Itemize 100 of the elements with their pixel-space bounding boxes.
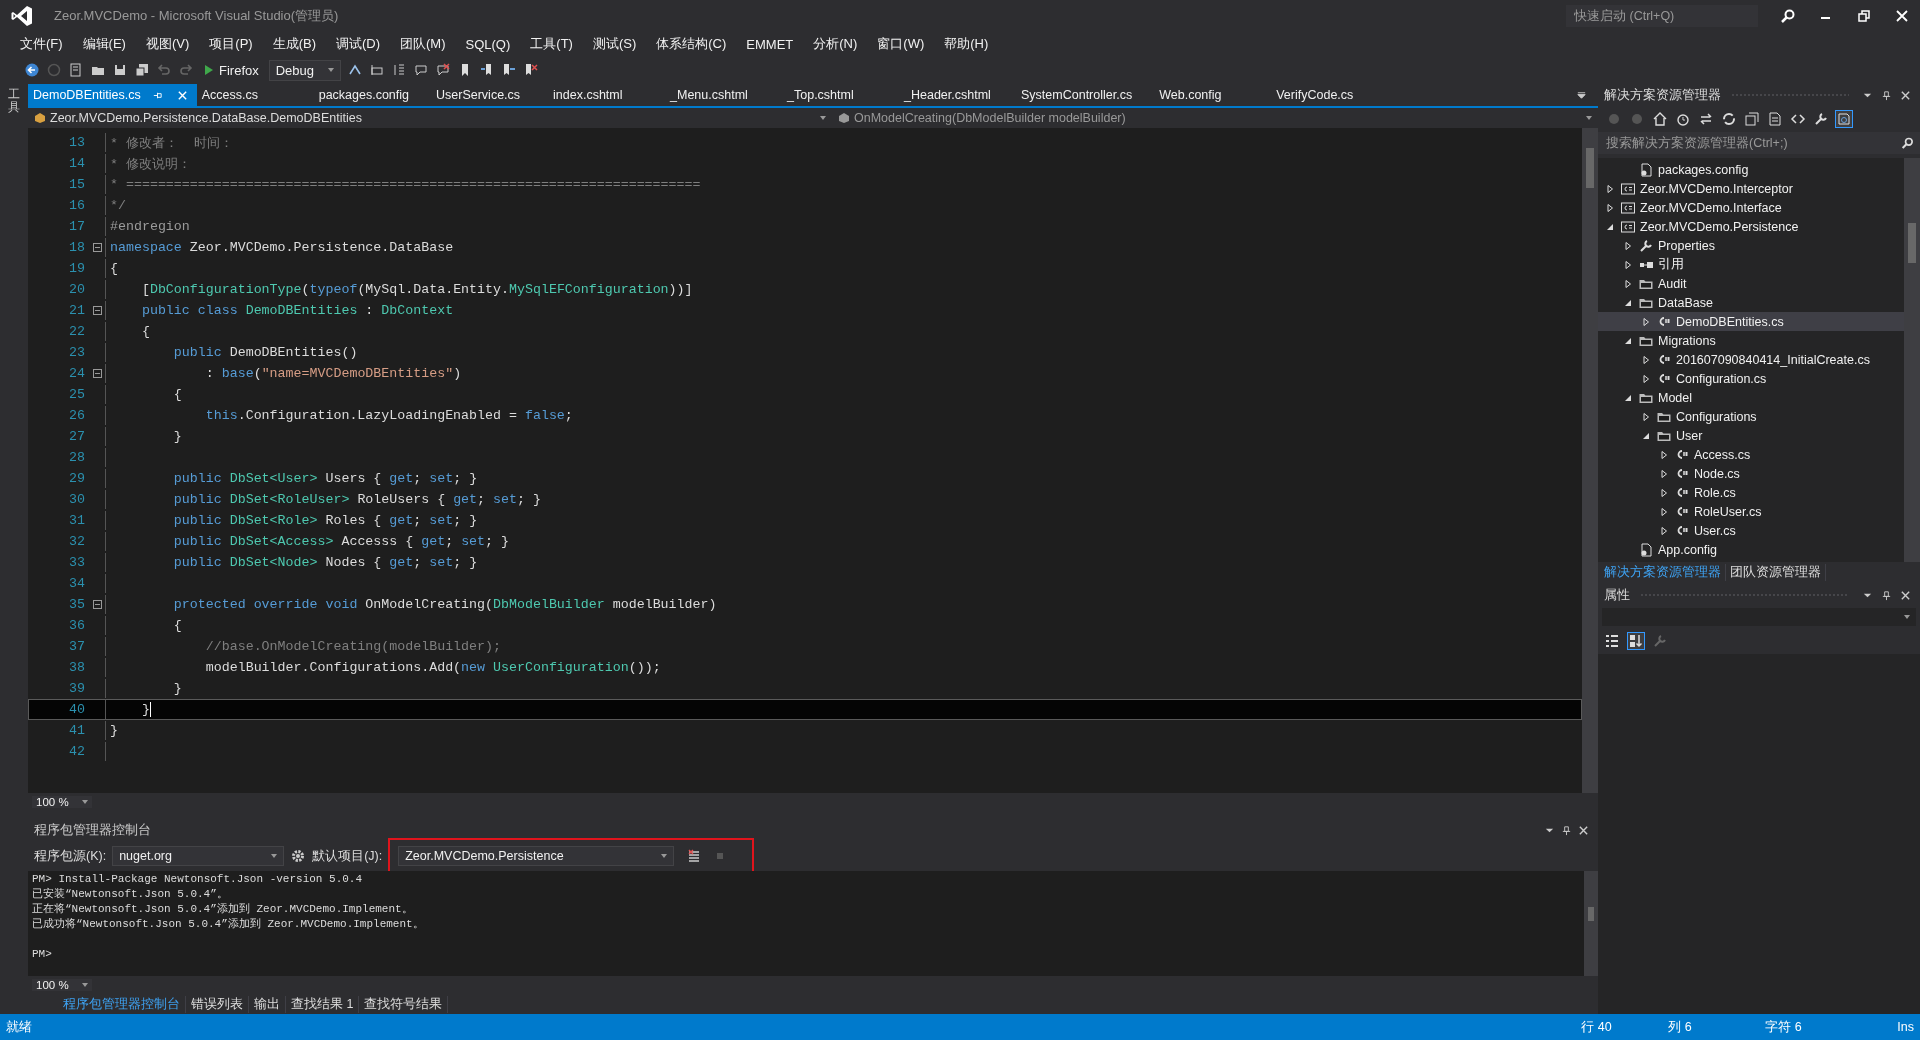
tree-item[interactable]: Zeor.MVCDemo.Persistence <box>1640 219 1799 234</box>
collapsed-arrow-icon[interactable] <box>1659 506 1669 517</box>
menu-item[interactable]: 分析(N) <box>803 35 868 53</box>
tree-item[interactable]: 201607090840414_InitialCreate.cs <box>1676 352 1870 367</box>
tree-item[interactable]: Configurations <box>1676 409 1757 424</box>
file-tab[interactable]: _Header.cshtml <box>899 84 1017 106</box>
file-tab[interactable]: UserService.cs <box>431 84 549 106</box>
restore-icon[interactable] <box>1856 8 1872 24</box>
tree-item[interactable]: Role.cs <box>1694 485 1736 500</box>
pin-icon[interactable] <box>1881 589 1892 601</box>
pin-icon[interactable] <box>1561 824 1572 836</box>
tree-item[interactable]: Zeor.MVCDemo.Interface <box>1640 200 1782 215</box>
configuration-dropdown[interactable]: Debug <box>268 59 341 81</box>
menu-item[interactable]: 帮助(H) <box>934 35 999 53</box>
save-all-icon[interactable] <box>134 62 150 78</box>
file-tab[interactable]: VerifyCode.cs <box>1271 84 1389 106</box>
new-project-icon[interactable] <box>68 62 84 78</box>
tree-item[interactable]: Access.cs <box>1694 447 1751 462</box>
quick-launch-field[interactable]: 快速启动 (Ctrl+Q) <box>1566 5 1758 27</box>
wrench-icon[interactable] <box>1813 111 1829 127</box>
member-dropdown[interactable]: OnModelCreating(DbModelBuilder modelBuilder) <box>832 108 1598 128</box>
collapsed-arrow-icon[interactable] <box>1659 487 1669 498</box>
file-tab[interactable]: SystemController.cs <box>1016 84 1155 106</box>
tree-item[interactable]: Configuration.cs <box>1676 371 1767 386</box>
file-tab[interactable]: Web.config <box>1154 84 1272 106</box>
package-source-dropdown[interactable]: nuget.org <box>112 846 285 866</box>
tree-item[interactable]: Zeor.MVCDemo.Interceptor <box>1640 181 1793 196</box>
refresh-icon[interactable] <box>1721 111 1737 127</box>
search-icon[interactable] <box>1780 8 1796 24</box>
file-tab[interactable]: index.cshtml <box>548 84 666 106</box>
redo-icon[interactable] <box>178 62 194 78</box>
tree-item[interactable]: Node.cs <box>1694 466 1740 481</box>
collapse-icon[interactable] <box>92 306 102 315</box>
menu-item[interactable]: 编辑(E) <box>72 35 136 53</box>
panel-tab[interactable]: 查找结果 1 <box>286 995 360 1013</box>
preview-icon[interactable] <box>1836 111 1852 127</box>
close-icon[interactable] <box>1894 8 1910 24</box>
search-field[interactable]: 搜索解决方案资源管理器(Ctrl+;) <box>1598 132 1920 154</box>
panel-tab[interactable]: 程序包管理器控制台 <box>58 995 186 1013</box>
file-tab[interactable]: DemoDBEntities.cs <box>28 84 197 106</box>
history-icon[interactable] <box>1675 111 1691 127</box>
menu-item[interactable]: SQL(Q) <box>455 36 521 52</box>
close-icon[interactable] <box>1900 589 1911 601</box>
collapsed-arrow-icon[interactable] <box>1623 240 1633 251</box>
file-tab[interactable]: _Top.cshtml <box>782 84 900 106</box>
panel-tab[interactable]: 团队资源管理器 <box>1726 563 1826 581</box>
panel-tab[interactable]: 解决方案资源管理器 <box>1600 563 1726 581</box>
tree-item[interactable]: App.config <box>1658 542 1718 557</box>
zoom-dropdown[interactable]: 100 % <box>32 796 92 808</box>
tree-item[interactable]: Properties <box>1658 238 1715 253</box>
close-icon[interactable] <box>1578 824 1589 836</box>
back-icon[interactable] <box>24 62 40 78</box>
save-icon[interactable] <box>112 62 128 78</box>
tree-item[interactable]: RoleUser.cs <box>1694 504 1762 519</box>
file-tab[interactable]: _Menu.cshtml <box>665 84 783 106</box>
scrollbar-thumb[interactable] <box>1908 223 1916 263</box>
collapsed-arrow-icon[interactable] <box>1623 278 1633 289</box>
sync-icon[interactable] <box>1698 111 1714 127</box>
tree-item[interactable]: packages.config <box>1658 162 1749 177</box>
tree-item[interactable]: Migrations <box>1658 333 1716 348</box>
property-pages-icon[interactable] <box>1652 633 1668 649</box>
collapse-icon[interactable] <box>92 369 102 378</box>
menu-item[interactable]: 体系结构(C) <box>646 35 737 53</box>
menu-item[interactable]: 文件(F) <box>10 35 73 53</box>
toolbox-tab[interactable]: 工具 <box>8 88 20 1014</box>
menu-item[interactable]: 团队(M) <box>390 35 456 53</box>
collapsed-arrow-icon[interactable] <box>1659 525 1669 536</box>
type-dropdown[interactable]: Zeor.MVCDemo.Persistence.DataBase.DemoDBEntities <box>28 108 832 128</box>
align-icon[interactable] <box>368 62 385 78</box>
categorized-icon[interactable] <box>1604 633 1620 649</box>
collapse-all-icon[interactable] <box>1744 111 1760 127</box>
tree-item[interactable]: User <box>1676 428 1703 443</box>
home-icon[interactable] <box>1652 111 1668 127</box>
comment-icon[interactable] <box>412 62 429 78</box>
tree-item[interactable]: Audit <box>1658 276 1687 291</box>
undo-icon[interactable] <box>156 62 172 78</box>
menu-item[interactable]: 生成(B) <box>262 35 326 53</box>
zoom-dropdown[interactable]: 100 % <box>32 979 92 991</box>
uncomment-icon[interactable] <box>434 62 451 78</box>
search-icon[interactable] <box>1900 136 1914 150</box>
menu-item[interactable]: 视图(V) <box>135 35 200 53</box>
default-project-dropdown[interactable]: Zeor.MVCDemo.Persistence <box>398 846 675 866</box>
tree-item[interactable]: User.cs <box>1694 523 1736 538</box>
scrollbar-thumb[interactable] <box>1586 148 1594 188</box>
collapsed-arrow-icon[interactable] <box>1605 183 1615 194</box>
tree-item[interactable]: 引用 <box>1658 256 1684 273</box>
collapse-icon[interactable] <box>92 600 102 609</box>
collapsed-arrow-icon[interactable] <box>1623 259 1633 270</box>
scrollbar-thumb[interactable] <box>1588 907 1594 921</box>
menu-item[interactable]: 窗口(W) <box>867 35 935 53</box>
panel-tab[interactable]: 输出 <box>249 995 286 1013</box>
collapsed-arrow-icon[interactable] <box>1605 202 1615 213</box>
collapsed-arrow-icon[interactable] <box>1659 468 1669 479</box>
menu-item[interactable]: 工具(T) <box>520 35 583 53</box>
show-all-files-icon[interactable] <box>1767 111 1783 127</box>
collapsed-arrow-icon[interactable] <box>1641 316 1651 327</box>
pin-icon[interactable] <box>1881 89 1892 101</box>
tree-item[interactable]: DataBase <box>1658 295 1713 310</box>
collapse-icon[interactable] <box>92 243 102 252</box>
menu-item[interactable]: EMMET <box>736 36 804 52</box>
